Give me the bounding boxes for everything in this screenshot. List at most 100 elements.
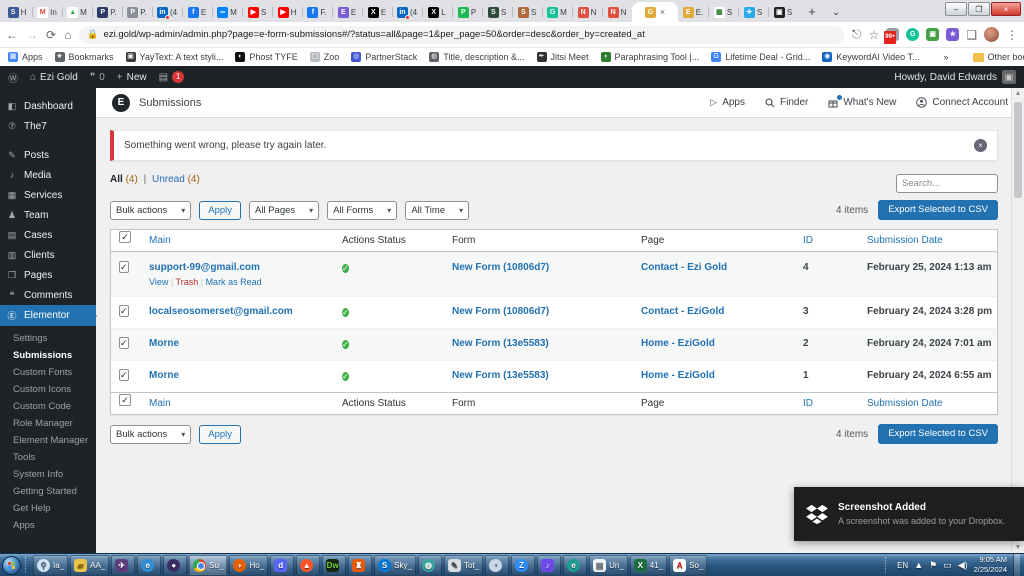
sidebar-item-elementor[interactable]: ⒺElementor <box>0 305 96 326</box>
taskbar-clock[interactable]: 9:05 AM 2/25/2024 <box>974 555 1007 575</box>
sidepanel-icon[interactable]: ❏ <box>966 28 977 42</box>
forward-icon[interactable]: → <box>26 28 38 42</box>
taskbar-app-button[interactable]: X41_ <box>630 555 667 575</box>
form-link[interactable]: New Form (13e5583) <box>452 338 549 349</box>
tab-close-icon[interactable]: × <box>660 7 665 17</box>
restore-button[interactable]: ❐ <box>968 2 990 16</box>
elementor-notifications-menu[interactable]: ▤ 1 <box>159 71 184 83</box>
taskbar-app-button[interactable]: ✈ <box>111 555 135 575</box>
export-csv-button[interactable]: Export Selected to CSV <box>878 200 998 220</box>
select-all-checkbox[interactable]: ✓ <box>119 394 131 406</box>
other-bookmarks[interactable]: Other bookmarks <box>973 52 1024 62</box>
column-header[interactable]: ID <box>799 230 863 251</box>
browser-tab[interactable]: PP. <box>92 2 122 22</box>
taskbar-app-button[interactable]: SSky_ <box>374 555 416 575</box>
form-link[interactable]: New Form (13e5583) <box>452 370 549 381</box>
sidebar-item-dashboard[interactable]: ◧Dashboard <box>0 96 96 116</box>
view-unread-link[interactable]: Unread <box>152 174 185 185</box>
finder-button[interactable]: Finder <box>765 97 808 108</box>
sidebar-item-team[interactable]: ♟Team <box>0 205 96 225</box>
bookmark-item[interactable]: ◐Phost TYFE <box>235 52 297 62</box>
bulk-actions-select[interactable]: Bulk actions▾ <box>110 201 191 220</box>
volume-icon[interactable]: ◀) <box>958 560 968 571</box>
browser-tab[interactable]: fF. <box>302 2 332 22</box>
bulk-actions-select-bottom[interactable]: Bulk actions▾ <box>110 425 191 444</box>
browser-tab[interactable]: in(4 <box>152 2 182 22</box>
wordpress-logo-icon[interactable]: Ⓦ <box>8 70 18 85</box>
sidebar-item-clients[interactable]: ▥Clients <box>0 245 96 265</box>
bookmarks-overflow-icon[interactable]: » <box>944 52 949 62</box>
show-desktop-button[interactable] <box>1013 554 1020 576</box>
browser-tab[interactable]: MIn <box>32 2 62 22</box>
show-hidden-icons[interactable]: ▲ <box>914 560 923 570</box>
sidebar-item-the7[interactable]: ⑦The7 <box>0 116 96 136</box>
browser-tab[interactable]: EE. <box>678 2 708 22</box>
bookmark-item[interactable]: ◎PartnerStack <box>351 52 417 62</box>
bookmark-item[interactable]: ▣YayText: A text styli... <box>126 52 224 62</box>
adblock-extension-icon[interactable]: 99+ <box>886 28 899 41</box>
submenu-item-system-info[interactable]: System Info <box>0 466 96 483</box>
home-icon[interactable]: ⌂ <box>64 28 71 42</box>
taskbar-app-button[interactable]: Z <box>511 555 535 575</box>
taskbar-app-button[interactable]: ▲ <box>296 555 320 575</box>
browser-tab[interactable]: ▣S <box>768 2 798 22</box>
bookmark-item[interactable]: ✒Jitsi Meet <box>537 52 589 62</box>
taskbar-app-button[interactable]: ◔ <box>485 555 509 575</box>
form-link[interactable]: New Form (10806d7) <box>452 306 549 317</box>
tab-search-chevron-icon[interactable]: ⌄ <box>832 7 840 18</box>
taskbar-app-button[interactable]: e <box>137 555 161 575</box>
browser-tab[interactable]: EE <box>332 2 362 22</box>
view-all-link[interactable]: All <box>110 174 123 185</box>
submission-link[interactable]: support-99@gmail.com <box>149 262 260 273</box>
submenu-item-tools[interactable]: Tools <box>0 449 96 466</box>
column-header[interactable]: Main <box>145 230 338 251</box>
row-checkbox[interactable]: ✓ <box>119 261 129 273</box>
browser-tab[interactable]: NN <box>602 2 632 22</box>
view-link[interactable]: View <box>149 277 168 287</box>
search-input[interactable] <box>896 174 998 193</box>
submenu-item-settings[interactable]: Settings <box>0 330 96 347</box>
apply-button-bottom[interactable]: Apply <box>199 425 241 444</box>
scroll-up-icon[interactable]: ▲ <box>1012 90 1024 97</box>
submenu-item-custom-fonts[interactable]: Custom Fonts <box>0 364 96 381</box>
form-link[interactable]: New Form (10806d7) <box>452 262 549 273</box>
account-menu[interactable]: Howdy, David Edwards ▣ <box>894 70 1016 84</box>
submenu-item-custom-code[interactable]: Custom Code <box>0 398 96 415</box>
submenu-item-submissions[interactable]: Submissions <box>0 347 96 364</box>
whats-new-button[interactable]: What's New <box>828 97 896 108</box>
page-link[interactable]: Contact - Ezi Gold <box>641 262 727 273</box>
trash-link[interactable]: Trash <box>176 277 199 287</box>
submenu-item-apps[interactable]: Apps <box>0 517 96 534</box>
select-all-checkbox[interactable]: ✓ <box>119 231 131 243</box>
connect-account-button[interactable]: Connect Account <box>916 97 1008 108</box>
bookmark-item[interactable]: ▦Apps <box>8 52 43 62</box>
sidebar-item-comments[interactable]: ❝Comments <box>0 285 96 305</box>
taskbar-app-button[interactable]: ◍ <box>418 555 442 575</box>
submission-link[interactable]: Morne <box>149 338 179 349</box>
forms-filter-select[interactable]: All Forms▾ <box>327 201 397 220</box>
browser-tab[interactable]: fE <box>182 2 212 22</box>
column-header[interactable]: Submission Date <box>863 393 997 414</box>
submission-link[interactable]: Morne <box>149 370 179 381</box>
sidebar-item-posts[interactable]: ✎Posts <box>0 145 96 165</box>
browser-tab[interactable]: SS <box>482 2 512 22</box>
taskbar-app-button[interactable]: d <box>270 555 294 575</box>
language-indicator[interactable]: EN <box>897 561 908 570</box>
taskbar-app-button[interactable]: ◗Ho_ <box>229 555 268 575</box>
taskbar-app-button[interactable]: ▤Un_ <box>589 555 628 575</box>
close-button[interactable]: × <box>991 2 1021 16</box>
page-scrollbar[interactable]: ▲ ▼ <box>1011 88 1024 553</box>
page-link[interactable]: Home - EziGold <box>641 338 715 349</box>
comments-menu[interactable]: ❞ 0 <box>90 72 105 83</box>
grammarly-extension-icon[interactable]: G <box>906 28 919 41</box>
row-checkbox[interactable]: ✓ <box>119 337 129 349</box>
page-link[interactable]: Home - EziGold <box>641 370 715 381</box>
taskbar-app-button[interactable]: Dw <box>322 555 346 575</box>
submenu-item-get-help[interactable]: Get Help <box>0 500 96 517</box>
scrollbar-thumb[interactable] <box>1014 102 1022 198</box>
bookmark-item[interactable]: ◍Title, description &... <box>429 52 524 62</box>
browser-tab[interactable]: ▦S <box>708 2 738 22</box>
browser-tab[interactable]: PP. <box>122 2 152 22</box>
bookmark-item[interactable]: ◉KeywordAI Video T... <box>822 52 919 62</box>
mark-as-read-link[interactable]: Mark as Read <box>206 277 262 287</box>
